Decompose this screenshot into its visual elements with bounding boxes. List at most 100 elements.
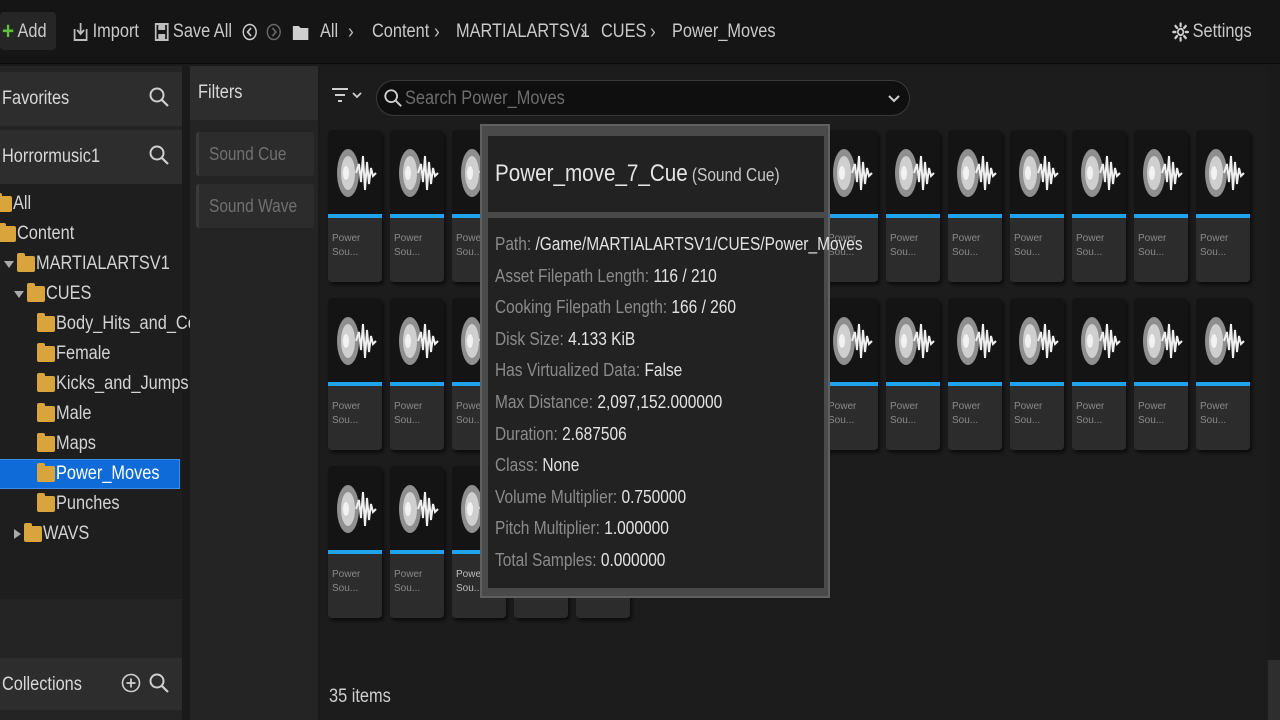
items-count: 35 items (329, 686, 391, 707)
asset-name-line: Power (1138, 401, 1167, 412)
asset-tile[interactable]: Power Sou... (824, 298, 878, 450)
tree-item-power-moves[interactable]: Power_Moves (0, 459, 180, 489)
search-icon[interactable] (148, 672, 170, 694)
sound-cue-icon (1143, 149, 1183, 197)
tree-item-kicks-and-jumps[interactable]: Kicks_and_Jumps (37, 370, 210, 398)
asset-tile[interactable]: Power Sou... (1010, 130, 1064, 282)
import-button[interactable]: Import (72, 0, 139, 64)
folder-icon (17, 253, 35, 272)
asset-tile[interactable]: Power Sou... (1196, 298, 1250, 450)
project-header[interactable]: Horrormusic1 (0, 130, 182, 184)
back-arrow-icon (242, 23, 257, 41)
tree-item-content[interactable]: Content (0, 220, 84, 248)
tree-item-label: CUES (46, 283, 92, 304)
tree-item-female[interactable]: Female (37, 340, 119, 368)
asset-tile[interactable]: Power Sou... (328, 130, 382, 282)
asset-tile[interactable]: Power Sou... (824, 130, 878, 282)
sound-cue-icon (399, 485, 439, 533)
folder-icon (0, 193, 12, 212)
asset-name: Power Sou... (952, 400, 980, 428)
asset-tile[interactable]: Power Sou... (1010, 298, 1064, 450)
asset-tile[interactable]: Power Sou... (1134, 130, 1188, 282)
asset-name-line: Sou... (952, 247, 979, 258)
property-value: 0.750000 (621, 486, 687, 507)
asset-name-line: Power (394, 569, 423, 580)
back-button[interactable] (242, 0, 257, 64)
chevron-down-icon[interactable] (887, 93, 901, 105)
property-value: 116 / 210 (653, 265, 717, 286)
scrollbar[interactable] (1268, 660, 1280, 720)
asset-tile[interactable]: Power Sou... (328, 466, 382, 618)
asset-tile[interactable]: Power Sou... (948, 130, 1002, 282)
favorites-title: Favorites (2, 88, 70, 109)
expand-arrow-icon[interactable] (14, 529, 21, 539)
tree-item-all[interactable]: All (0, 190, 34, 218)
search-input[interactable] (405, 87, 810, 111)
asset-tile[interactable]: Power Sou... (886, 298, 940, 450)
asset-tile[interactable]: Power Sou... (948, 298, 1002, 450)
asset-tile[interactable]: Power Sou... (1134, 298, 1188, 450)
asset-name: Power Sou... (1138, 232, 1166, 260)
search-box[interactable] (376, 80, 910, 116)
asset-thumbnail (390, 466, 444, 550)
sound-cue-icon (1081, 317, 1121, 365)
settings-button[interactable]: Settings (1172, 0, 1252, 64)
filter-sound-wave[interactable]: Sound Wave (196, 184, 314, 228)
tree-item-male[interactable]: Male (37, 400, 97, 428)
asset-thumbnail (1010, 130, 1064, 214)
asset-type-bar (1072, 214, 1126, 218)
tree-item-cues[interactable]: CUES (14, 280, 99, 308)
breadcrumb-all[interactable]: All (320, 0, 338, 64)
property-value: 0.000000 (600, 550, 666, 570)
asset-name: Power Sou... (828, 400, 856, 428)
property-key: Disk Size: (495, 328, 564, 349)
filters-header: Filters (190, 66, 318, 120)
folder-icon (37, 313, 55, 332)
search-icon[interactable] (148, 86, 170, 108)
asset-name-line: Sou... (1200, 415, 1227, 426)
asset-tile[interactable]: Power Sou... (328, 298, 382, 450)
asset-name-line: Power (394, 401, 423, 412)
tree-item-wavs[interactable]: WAVS (14, 520, 97, 548)
tree-item-label: Power_Moves (56, 463, 160, 484)
asset-tile[interactable]: Power Sou... (886, 130, 940, 282)
save-all-button[interactable]: Save All (154, 0, 232, 64)
tooltip-property-row: Disk Size: 4.133 KiB (495, 329, 635, 350)
filter-dropdown-button[interactable] (330, 82, 366, 110)
folder-icon (37, 343, 55, 362)
property-value: None (542, 455, 580, 476)
filter-sound-cue[interactable]: Sound Cue (196, 132, 314, 176)
breadcrumb-power-moves[interactable]: Power_Moves (672, 0, 776, 64)
tree-item-martialartsv1[interactable]: MARTIALARTSV1 (4, 250, 192, 278)
sound-cue-icon (337, 485, 377, 533)
asset-type-bar (390, 214, 444, 218)
asset-tile[interactable]: Power Sou... (1072, 130, 1126, 282)
add-collection-icon[interactable] (121, 673, 141, 693)
asset-tile[interactable]: Power Sou... (1196, 130, 1250, 282)
property-key: Total Samples: (495, 550, 597, 570)
asset-tile[interactable]: Power Sou... (390, 466, 444, 618)
collections-header[interactable]: Collections (0, 658, 182, 710)
forward-button[interactable] (266, 0, 281, 64)
expand-arrow-icon[interactable] (4, 260, 14, 268)
filter-label: Sound Wave (209, 196, 298, 216)
property-key: Has Virtualized Data: (495, 360, 641, 381)
folder-nav-button[interactable] (292, 0, 309, 64)
asset-tile[interactable]: Power Sou... (1072, 298, 1126, 450)
add-button-content[interactable]: + Add (2, 0, 47, 64)
breadcrumb-content[interactable]: Content (372, 0, 429, 64)
asset-tile[interactable]: Power Sou... (390, 298, 444, 450)
expand-arrow-icon[interactable] (14, 290, 24, 298)
breadcrumb-cues[interactable]: CUES (601, 0, 646, 64)
tree-item-maps[interactable]: Maps (37, 430, 102, 458)
asset-type-bar (1196, 382, 1250, 386)
tree-item-label: Male (56, 403, 92, 424)
search-icon[interactable] (148, 144, 170, 166)
favorites-header[interactable]: Favorites (0, 72, 182, 126)
breadcrumb-martialartsv1[interactable]: MARTIALARTSV1 (456, 0, 590, 64)
tree-item-punches[interactable]: Punches (37, 490, 130, 518)
asset-name-line: Power (1200, 233, 1229, 244)
property-value: /Game/MARTIALARTSV1/CUES/Power_Moves (535, 234, 863, 254)
folder-icon (37, 493, 55, 512)
asset-tile[interactable]: Power Sou... (390, 130, 444, 282)
